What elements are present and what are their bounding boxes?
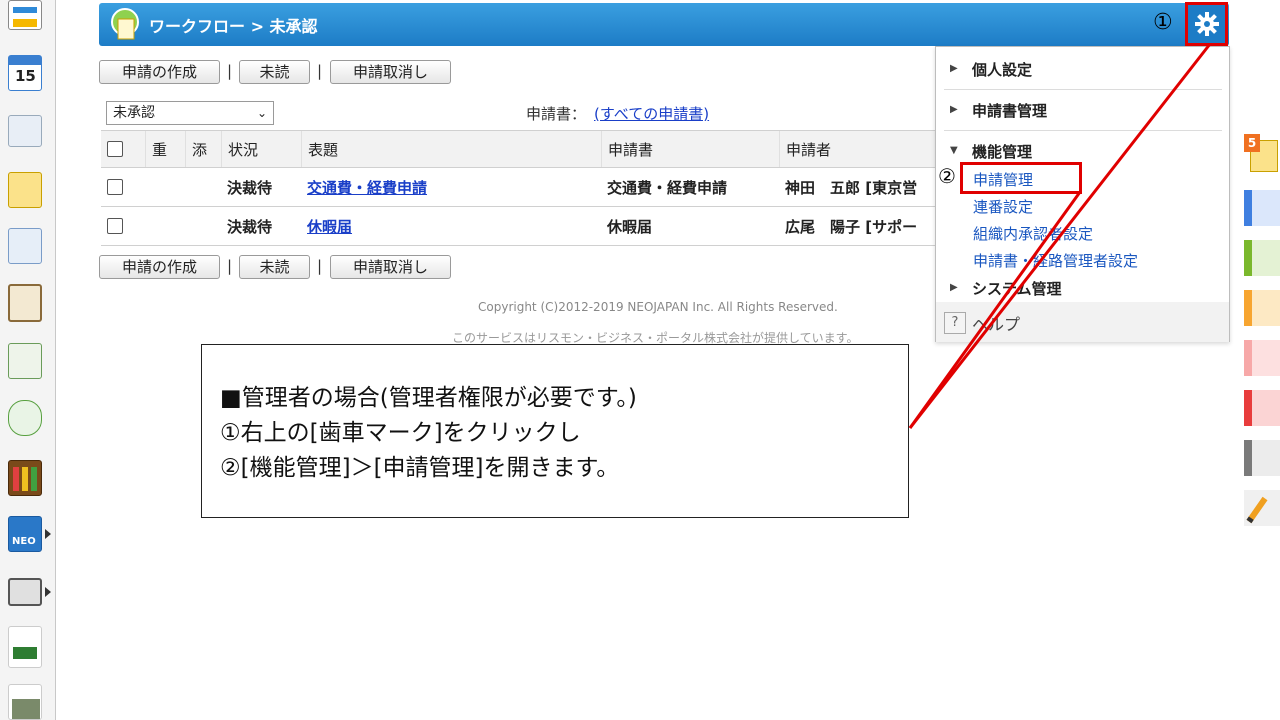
- unread-button[interactable]: 未読: [239, 60, 310, 84]
- header-priority[interactable]: 重: [145, 131, 181, 167]
- help-link[interactable]: ヘルプ: [972, 311, 1020, 335]
- folder-expand-arrow-icon[interactable]: [45, 587, 51, 597]
- pencil-icon: [1246, 496, 1268, 524]
- notification-tab[interactable]: 5: [1244, 134, 1280, 174]
- calendar-day: 15: [15, 67, 36, 85]
- workflow-logo-icon: [109, 7, 141, 41]
- table-header-row: 重 添 状況 表題 申請書 申請者: [101, 130, 941, 168]
- row-title-cell: 休暇届: [301, 207, 601, 245]
- select-all-cell: [101, 131, 139, 167]
- folder-icon[interactable]: [8, 578, 42, 606]
- neo-expand-arrow-icon[interactable]: [45, 529, 51, 539]
- annotation-marker-2: ②: [938, 164, 956, 188]
- form-filter-link[interactable]: (すべての申請書): [594, 103, 709, 124]
- row-title-link[interactable]: 休暇届: [307, 216, 352, 237]
- cabinet-icon[interactable]: [8, 460, 42, 496]
- toolbar-separator: |: [227, 62, 233, 80]
- expand-right-icon: ▶: [950, 282, 958, 293]
- neo-label: NEO: [12, 536, 36, 547]
- create-request-button[interactable]: 申請の作成: [99, 255, 220, 279]
- callout-line-3: ②[機能管理]＞[申請管理]を開きます。: [220, 455, 620, 481]
- settings-gear-button[interactable]: [1185, 2, 1228, 46]
- row-form: 交通費・経費申請: [607, 178, 728, 197]
- row-applicant: 神田 五郎 [東京営: [785, 178, 918, 197]
- callout-line-2: ①右上の[歯車マーク]をクリックし: [220, 420, 581, 446]
- menu-function-admin-label: 機能管理: [972, 143, 1033, 161]
- row-status: 決裁待: [227, 217, 273, 236]
- cancel-request-button[interactable]: 申請取消し: [330, 60, 451, 84]
- menu-item-serial-number[interactable]: 連番設定: [973, 196, 1033, 217]
- row-checkbox[interactable]: [107, 218, 123, 234]
- menu-form-admin-label: 申請書管理: [972, 102, 1048, 120]
- tab-green[interactable]: [1244, 240, 1280, 276]
- row-applicant: 広尾 陽子 [サポー: [785, 217, 918, 236]
- tab-gray[interactable]: [1244, 440, 1280, 476]
- toolbar-separator: |: [227, 257, 233, 275]
- highlight-box-request-management: [960, 162, 1082, 194]
- dashboard-icon[interactable]: [8, 0, 42, 30]
- table-row: 決裁待 交通費・経費申請 交通費・経費申請 神田 五郎 [東京営: [101, 168, 941, 207]
- row-checkbox-cell: [101, 207, 139, 245]
- page-title: ワークフロー > 未承認: [149, 17, 318, 36]
- unread-button[interactable]: 未読: [239, 255, 310, 279]
- expand-down-icon: ▼: [950, 145, 958, 156]
- row-checkbox-cell: [101, 168, 139, 206]
- select-all-checkbox[interactable]: [107, 141, 123, 157]
- row-checkbox[interactable]: [107, 179, 123, 195]
- menu-item-internal-approver[interactable]: 組織内承認者設定: [973, 223, 1093, 244]
- row-form: 休暇届: [607, 217, 653, 236]
- toolbar-separator: |: [317, 257, 323, 275]
- gear-icon: [1194, 12, 1219, 36]
- header-applicant[interactable]: 申請者: [779, 131, 941, 167]
- header-attachment[interactable]: 添: [185, 131, 221, 167]
- menu-divider: [944, 130, 1222, 131]
- bottom-app-icon[interactable]: [8, 684, 42, 720]
- menu-system-admin-label: システム管理: [972, 280, 1062, 298]
- row-status: 決裁待: [227, 178, 273, 197]
- facility-icon[interactable]: [8, 115, 42, 147]
- board-icon[interactable]: [8, 228, 42, 264]
- instruction-callout: ■管理者の場合(管理者権限が必要です。) ①右上の[歯車マーク]をクリックし ②…: [201, 344, 909, 518]
- custom-app-icon[interactable]: [8, 626, 42, 668]
- memo-icon[interactable]: [8, 172, 42, 208]
- chevron-down-icon: ⌄: [256, 106, 267, 120]
- settings-dropdown-menu: ▶ 個人設定 ▶ 申請書管理 ▼ 機能管理 申請管理 連番設定 組織内承認者設定…: [935, 46, 1230, 342]
- copyright-text: Copyright (C)2012-2019 NEOJAPAN Inc. All…: [478, 300, 838, 314]
- create-request-button[interactable]: 申請の作成: [99, 60, 220, 84]
- table-row: 決裁待 休暇届 休暇届 広尾 陽子 [サポー: [101, 207, 941, 246]
- workflow-icon[interactable]: [8, 400, 42, 436]
- left-app-bar: 15 NEO: [0, 0, 56, 720]
- tab-red[interactable]: [1244, 390, 1280, 426]
- row-title-cell: 交通費・経費申請: [301, 168, 601, 206]
- header-status[interactable]: 状況: [221, 131, 301, 167]
- header-title[interactable]: 表題: [301, 131, 601, 167]
- help-icon[interactable]: ?: [944, 312, 966, 334]
- clipboard-icon[interactable]: [8, 284, 42, 322]
- menu-divider: [944, 89, 1222, 90]
- neo-app-icon[interactable]: NEO: [8, 516, 42, 552]
- tab-blue[interactable]: [1244, 190, 1280, 226]
- pencil-tab[interactable]: [1244, 490, 1280, 526]
- menu-item-form-route-admin[interactable]: 申請書・経路管理者設定: [973, 250, 1138, 271]
- notification-badge: 5: [1244, 134, 1260, 152]
- header-form[interactable]: 申請書: [601, 131, 779, 167]
- expand-right-icon: ▶: [950, 104, 958, 115]
- callout-line-1: ■管理者の場合(管理者権限が必要です。): [220, 385, 637, 411]
- calendar-icon[interactable]: 15: [8, 55, 42, 91]
- status-filter-select[interactable]: 未承認 ⌄: [106, 101, 274, 125]
- tab-orange[interactable]: [1244, 290, 1280, 326]
- tab-pink[interactable]: [1244, 340, 1280, 376]
- form-filter-label: 申請書：: [526, 105, 587, 123]
- page-header: ワークフロー > 未承認: [99, 3, 1229, 46]
- search-doc-icon[interactable]: [8, 343, 42, 379]
- toolbar-separator: |: [317, 62, 323, 80]
- expand-right-icon: ▶: [950, 63, 958, 74]
- row-title-link[interactable]: 交通費・経費申請: [307, 177, 427, 198]
- annotation-marker-1: ①: [1153, 10, 1173, 35]
- cancel-request-button[interactable]: 申請取消し: [330, 255, 451, 279]
- menu-personal-label: 個人設定: [972, 61, 1033, 79]
- status-filter-value: 未承認: [113, 105, 155, 121]
